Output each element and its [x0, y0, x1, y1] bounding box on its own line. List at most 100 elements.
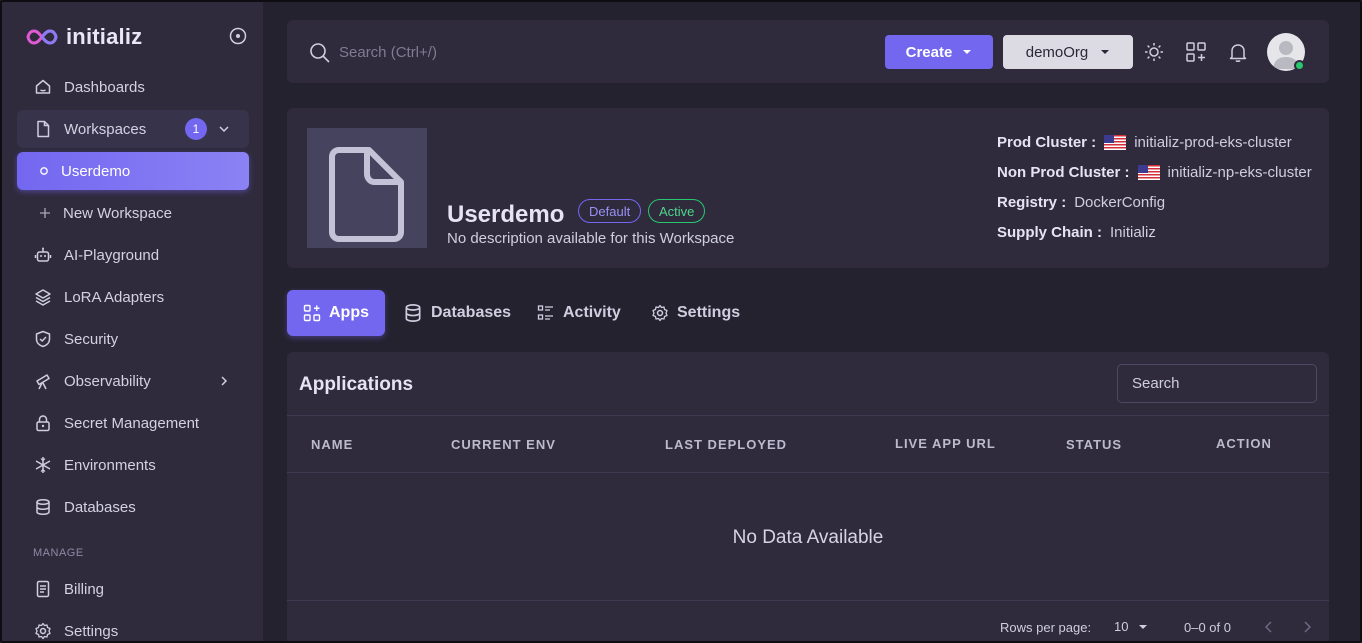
column-header-last-deployed[interactable]: LAST DEPLOYED [665, 437, 787, 452]
sidebar-item-ai-playground[interactable]: AI-Playground [17, 236, 249, 274]
org-switcher-button[interactable]: demoOrg [1003, 35, 1133, 69]
column-header-name[interactable]: NAME [311, 437, 353, 452]
info-value: initializ-prod-eks-cluster [1134, 134, 1292, 151]
us-flag-icon [1104, 135, 1127, 150]
sidebar-item-billing[interactable]: Billing [17, 570, 249, 608]
workspace-description: No description available for this Worksp… [447, 230, 735, 247]
chevron-right-icon [221, 376, 228, 386]
default-chip: Default [578, 199, 642, 223]
sidebar-item-databases[interactable]: Databases [17, 488, 249, 526]
search-icon[interactable] [309, 42, 331, 64]
database-icon [36, 498, 50, 516]
column-header-action[interactable]: ACTION [1216, 436, 1272, 451]
sidebar-item-settings[interactable]: Settings [17, 612, 249, 641]
top-navbar: Create demoOrg [287, 20, 1329, 83]
info-key: Non Prod Cluster : [997, 164, 1130, 181]
sidebar-item-userdemo[interactable]: Userdemo [17, 152, 249, 190]
sidebar-item-lora-adapters[interactable]: LoRA Adapters [17, 278, 249, 316]
info-key: Supply Chain : [997, 224, 1102, 241]
rows-per-page-select[interactable]: 10 [1114, 619, 1148, 634]
infinity-logo-icon [26, 29, 58, 45]
home-icon [35, 79, 51, 94]
table-pagination: Rows per page: 10 0–0 of 0 [287, 600, 1329, 641]
info-key: Prod Cluster : [997, 134, 1097, 151]
sidebar-item-label: LoRA Adapters [64, 288, 165, 306]
apps-grid-add-icon[interactable] [1185, 41, 1207, 63]
column-header-status[interactable]: STATUS [1066, 437, 1122, 452]
lock-icon [36, 415, 50, 432]
tab-databases[interactable]: Databases [387, 290, 527, 336]
caret-down-icon [1101, 50, 1110, 54]
snowflake-icon [35, 457, 51, 473]
bell-icon[interactable] [1227, 41, 1249, 63]
sidebar-item-label: Dashboards [64, 78, 145, 96]
sidebar-item-dashboards[interactable]: Dashboards [17, 68, 249, 106]
caret-down-icon [963, 50, 972, 54]
rows-per-page-value: 10 [1114, 619, 1129, 634]
info-prod-cluster: Prod Cluster : initializ-prod-eks-cluste… [997, 134, 1292, 151]
gear-icon [652, 304, 668, 322]
global-search-input[interactable] [339, 40, 639, 64]
tab-label: Activity [563, 304, 621, 321]
sidebar-item-label: New Workspace [63, 204, 172, 222]
chevron-left-icon[interactable] [1262, 620, 1276, 634]
tab-apps[interactable]: Apps [287, 290, 385, 336]
workspaces-count-badge: 1 [185, 118, 207, 140]
sidebar-item-environments[interactable]: Environments [17, 446, 249, 484]
workspace-title: Userdemo [447, 201, 565, 228]
sidebar-item-label: Observability [64, 372, 151, 390]
brand-logo[interactable]: initializ [26, 24, 142, 50]
apps-grid-add-icon [303, 304, 321, 322]
sun-icon[interactable] [1143, 41, 1165, 63]
applications-search-input[interactable] [1117, 364, 1317, 403]
sidebar: initializ Dashboards Workspaces 1 Userde… [2, 2, 263, 641]
chevron-right-icon[interactable] [1300, 620, 1314, 634]
column-header-live-app-url[interactable]: LIVE APP URL [895, 436, 996, 451]
us-flag-icon [1137, 165, 1160, 180]
telescope-icon [36, 374, 50, 390]
sidebar-item-secret-management[interactable]: Secret Management [17, 404, 249, 442]
caret-down-icon [1139, 624, 1148, 629]
file-icon [329, 147, 404, 242]
circle-bullet-icon [40, 167, 48, 175]
org-switcher-label: demoOrg [1025, 43, 1089, 61]
tab-activity[interactable]: Activity [521, 290, 637, 336]
info-value: initializ-np-eks-cluster [1167, 164, 1312, 181]
tab-settings[interactable]: Settings [635, 290, 756, 336]
plus-icon [40, 208, 50, 218]
section-label-manage: MANAGE [33, 547, 84, 559]
info-value: Initializ [1110, 224, 1156, 241]
robot-icon [34, 247, 52, 262]
gear-icon [35, 622, 51, 640]
sidebar-item-label: Security [64, 330, 119, 348]
sidebar-item-label: Databases [64, 498, 136, 516]
receipt-icon [36, 580, 50, 598]
database-icon [405, 304, 421, 322]
workspace-header-card: Userdemo Default Active No description a… [287, 108, 1329, 268]
info-registry: Registry : DockerConfig [997, 194, 1165, 211]
collapse-sidebar-icon[interactable] [229, 27, 247, 45]
tab-label: Databases [431, 304, 512, 321]
info-key: Registry : [997, 194, 1067, 211]
online-status-dot [1294, 60, 1305, 71]
create-button[interactable]: Create [885, 35, 993, 69]
tab-label: Settings [677, 304, 741, 321]
layers-icon [35, 289, 51, 306]
pagination-range: 0–0 of 0 [1184, 620, 1231, 635]
tab-label: Apps [329, 304, 369, 321]
info-supply-chain: Supply Chain : Initializ [997, 224, 1156, 241]
column-header-current-env[interactable]: CURRENT ENV [451, 437, 556, 452]
applications-title: Applications [299, 374, 414, 395]
sidebar-item-new-workspace[interactable]: New Workspace [17, 194, 249, 232]
status-badge: Active [648, 199, 706, 223]
sidebar-item-workspaces[interactable]: Workspaces 1 [17, 110, 249, 148]
empty-state-text: No Data Available [732, 527, 884, 548]
sidebar-item-security[interactable]: Security [17, 320, 249, 358]
workspace-image [307, 128, 427, 248]
sidebar-item-observability[interactable]: Observability [17, 362, 249, 400]
sidebar-item-label: Userdemo [61, 162, 131, 180]
sidebar-item-label: Settings [64, 622, 119, 640]
sidebar-item-label: Workspaces [64, 120, 147, 138]
applications-panel: Applications NAME CURRENT ENV LAST DEPLO… [287, 352, 1329, 641]
list-details-icon [537, 305, 553, 320]
